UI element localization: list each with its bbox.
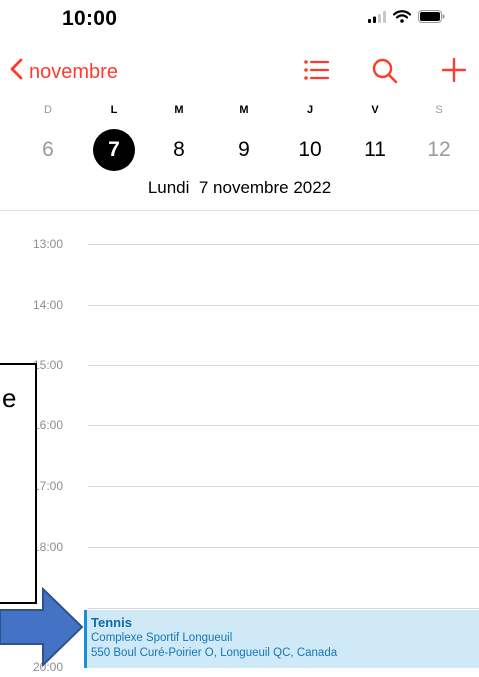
day-cell[interactable]: 6: [26, 128, 70, 172]
header-divider: [0, 210, 479, 211]
hour-line: [88, 486, 479, 487]
weekday-label: S: [435, 104, 443, 116]
hour-row: 16:00: [0, 418, 479, 434]
weekday-label: V: [371, 104, 379, 116]
weekday-label: J: [306, 104, 314, 116]
status-icons: [368, 10, 445, 28]
search-icon: [372, 58, 398, 88]
list-icon: [303, 60, 330, 86]
hour-label: 14:00: [33, 298, 64, 312]
event-address: 550 Boul Curé-Poirier O, Longueuil QC, C…: [91, 647, 338, 659]
event-title: Tennis: [91, 615, 132, 630]
day-cell[interactable]: 10: [288, 128, 332, 172]
add-event-button[interactable]: [441, 57, 467, 87]
day-cell[interactable]: 12: [417, 128, 461, 172]
hour-line: [88, 244, 479, 245]
day-strip: 6 7 8 9 10 11 12: [0, 128, 479, 174]
weekday-label: M: [174, 104, 184, 116]
selected-date-title: Lundi 7 novembre 2022: [147, 178, 332, 197]
hour-row: 18:00: [0, 540, 479, 556]
chevron-left-icon: [10, 58, 23, 86]
plus-icon: [441, 57, 467, 86]
annotation-text: e: [2, 383, 17, 413]
day-cell[interactable]: 11: [353, 128, 397, 172]
annotation-callout: e: [0, 363, 37, 604]
cellular-signal-icon: [368, 10, 386, 28]
hour-line: [88, 365, 479, 366]
weekday-label: L: [110, 104, 118, 116]
hour-label: 16:00: [33, 418, 64, 432]
search-button[interactable]: [372, 58, 398, 89]
hour-label: 18:00: [33, 540, 64, 554]
day-cell[interactable]: 8: [157, 128, 201, 172]
hour-row: 14:00: [0, 298, 479, 314]
hour-line: [88, 547, 479, 548]
event-tennis[interactable]: Tennis Complexe Sportif Longueuil 550 Bo…: [84, 610, 479, 668]
hour-row: 15:00: [0, 358, 479, 374]
battery-icon: [418, 10, 445, 28]
status-time: 10:00: [62, 7, 118, 30]
weekday-header: D L M M J V S: [0, 104, 479, 122]
day-cell-selected[interactable]: 7: [93, 129, 135, 171]
hour-label: 15:00: [33, 358, 64, 372]
weekday-label: D: [44, 104, 52, 116]
annotation-arrow-icon: [0, 586, 84, 672]
back-to-month-button[interactable]: novembre: [10, 58, 118, 86]
toolbar: novembre: [0, 56, 479, 96]
weekday-label: M: [239, 104, 249, 116]
hour-label: 13:00: [33, 237, 64, 251]
list-view-button[interactable]: [303, 58, 330, 87]
day-cell[interactable]: 9: [222, 128, 266, 172]
back-label: novembre: [29, 60, 118, 83]
wifi-icon: [392, 10, 412, 28]
hour-line: [88, 608, 479, 609]
hour-row: 13:00: [0, 237, 479, 253]
hour-line: [88, 425, 479, 426]
hour-row: 17:00: [0, 479, 479, 495]
event-location: Complexe Sportif Longueuil: [91, 632, 233, 644]
hour-line: [88, 305, 479, 306]
hour-label: 17:00: [33, 479, 64, 493]
